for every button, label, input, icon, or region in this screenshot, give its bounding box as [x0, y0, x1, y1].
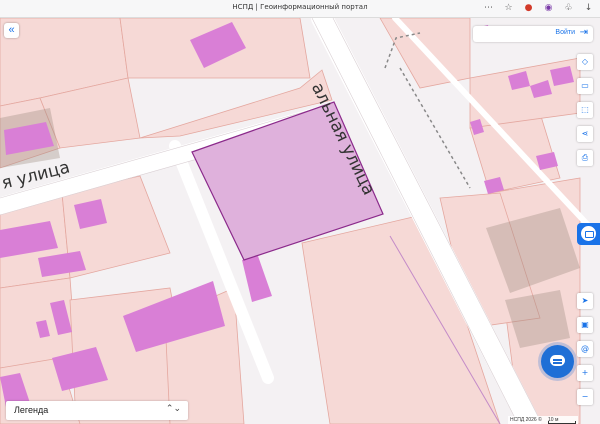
collapse-panel-button[interactable]: «	[4, 23, 19, 38]
zoom-out-icon: −	[581, 392, 589, 401]
share-button[interactable]: ⋖	[577, 126, 593, 142]
chat-button[interactable]	[541, 345, 574, 378]
screen-icon: ▣	[581, 320, 589, 329]
map-toolbar-top: ◇ ▭ ⬚ ⋖ ⎙	[577, 54, 593, 166]
zoom-in-button[interactable]: +	[577, 365, 593, 381]
panel-icon	[581, 226, 596, 241]
scale-bar: НСПД 2026 © 10 м	[508, 416, 578, 424]
print-icon: ⎙	[581, 153, 589, 162]
address-button[interactable]: @	[577, 341, 593, 357]
map-toolbar-bottom: ➤ ▣ @ + −	[577, 293, 593, 405]
login-icon: ⇥	[579, 27, 588, 38]
login-label: Войти	[555, 29, 575, 36]
print-button[interactable]: ⎙	[577, 150, 593, 166]
select-area-icon: ⬚	[581, 105, 589, 114]
select-area-button[interactable]: ⬚	[577, 102, 593, 118]
map-canvas[interactable]: я улица альная улица « Войти ⇥ ◇ ▭ ⬚ ⋖ ⎙…	[0, 18, 600, 424]
basemap-icon: ▭	[581, 81, 589, 90]
puzzle-icon[interactable]: ♧	[563, 2, 574, 14]
login-button[interactable]: Войти ⇥	[473, 26, 593, 42]
legend-dropdown[interactable]: Легенда ⌃⌄	[6, 401, 188, 420]
bookmark-star-icon[interactable]: ☆	[503, 2, 514, 14]
extension-icon[interactable]: ◉	[543, 2, 554, 14]
address-icon: @	[581, 344, 589, 353]
double-chevron-left-icon: «	[8, 24, 15, 36]
basemap-button[interactable]: ▭	[577, 78, 593, 94]
layers-icon: ◇	[581, 57, 589, 66]
more-icon[interactable]: ⋯	[483, 2, 494, 14]
layers-button[interactable]: ◇	[577, 54, 593, 70]
copyright-text: НСПД 2026 ©	[510, 417, 542, 423]
map-layer	[0, 18, 600, 424]
share-icon: ⋖	[581, 129, 589, 138]
profile-icon[interactable]: ●	[523, 2, 534, 14]
locate-icon: ➤	[581, 296, 589, 305]
browser-tab-bar: НСПД | Геоинформационный портал ⋯ ☆ ● ◉ …	[0, 0, 600, 18]
zoom-in-icon: +	[581, 368, 589, 377]
chevron-updown-icon: ⌃⌄	[165, 403, 181, 413]
side-panel-button[interactable]	[577, 223, 600, 245]
screen-button[interactable]: ▣	[577, 317, 593, 333]
zoom-out-button[interactable]: −	[577, 389, 593, 405]
legend-label: Легенда	[14, 405, 49, 415]
download-icon[interactable]: ↓	[583, 2, 594, 14]
locate-button[interactable]: ➤	[577, 293, 593, 309]
